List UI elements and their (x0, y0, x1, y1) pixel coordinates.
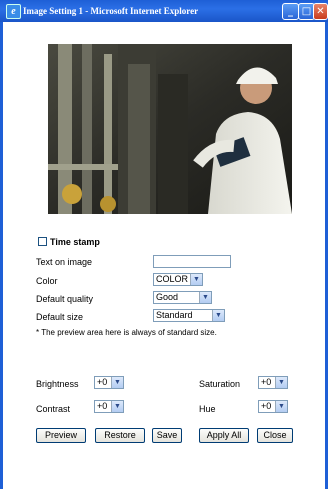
preview-button[interactable]: Preview (36, 428, 86, 443)
restore-button[interactable]: Restore (95, 428, 145, 443)
hue-label: Hue (199, 404, 216, 414)
chevron-down-icon: ▼ (199, 292, 211, 303)
chevron-down-icon: ▼ (111, 401, 123, 412)
text-on-image-label: Text on image (36, 257, 93, 267)
brightness-select[interactable]: +0 ▼ (94, 376, 124, 389)
quality-select[interactable]: Good ▼ (153, 291, 212, 304)
saturation-label: Saturation (199, 379, 241, 389)
hue-value: +0 (261, 401, 272, 411)
color-select[interactable]: COLOR ▼ (153, 273, 203, 286)
save-button[interactable]: Save (152, 428, 182, 443)
timestamp-label: Time stamp (50, 237, 100, 247)
saturation-value: +0 (261, 377, 272, 387)
ie-icon: e (6, 4, 21, 19)
close-button[interactable]: Close (257, 428, 293, 443)
apply-all-button[interactable]: Apply All (199, 428, 249, 443)
minimize-button[interactable]: _ (282, 3, 299, 20)
text-on-image-input[interactable] (153, 255, 231, 268)
preview-note: * The preview area here is always of sta… (36, 328, 217, 337)
preview-image (48, 44, 292, 214)
chevron-down-icon: ▼ (190, 274, 202, 285)
window-title: Image Setting 1 - Microsoft Internet Exp… (23, 6, 199, 16)
chevron-down-icon: ▼ (212, 310, 224, 321)
close-window-button[interactable]: ✕ (313, 3, 328, 20)
title-bar[interactable]: e Image Setting 1 - Microsoft Internet E… (0, 0, 328, 22)
quality-value: Good (156, 292, 179, 302)
size-label: Default size (36, 312, 84, 322)
hue-select[interactable]: +0 ▼ (258, 400, 288, 413)
brightness-label: Brightness (36, 379, 79, 389)
chevron-down-icon: ▼ (275, 401, 287, 412)
quality-label: Default quality (36, 294, 94, 304)
contrast-value: +0 (97, 401, 108, 411)
minimize-icon: _ (288, 6, 293, 17)
contrast-select[interactable]: +0 ▼ (94, 400, 124, 413)
color-label: Color (36, 276, 58, 286)
color-value: COLOR (156, 274, 189, 284)
brightness-value: +0 (97, 377, 108, 387)
close-icon: ✕ (316, 6, 325, 17)
chevron-down-icon: ▼ (111, 377, 123, 388)
industrial-worker-photo (48, 44, 292, 214)
maximize-icon: □ (301, 6, 312, 17)
chevron-down-icon: ▼ (275, 377, 287, 388)
contrast-label: Contrast (36, 404, 71, 414)
timestamp-checkbox[interactable] (38, 237, 47, 246)
saturation-select[interactable]: +0 ▼ (258, 376, 288, 389)
size-value: Standard (156, 310, 193, 320)
size-select[interactable]: Standard ▼ (153, 309, 225, 322)
